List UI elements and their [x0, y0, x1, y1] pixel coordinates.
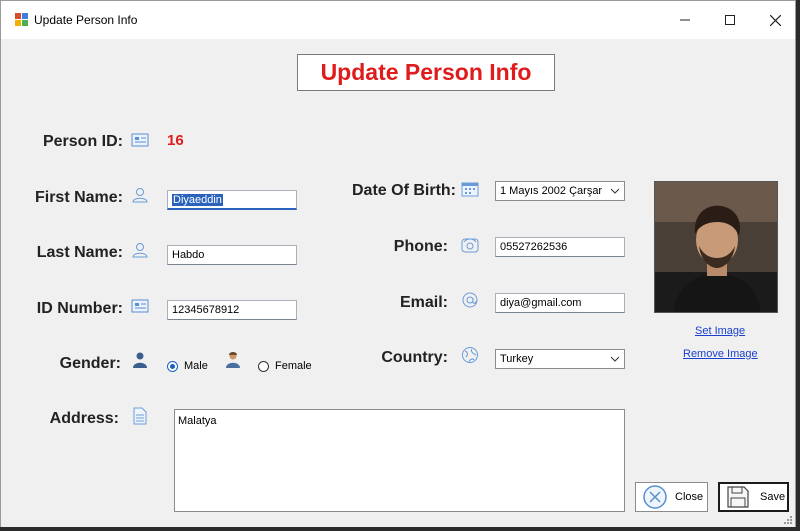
at-sign-icon [462, 292, 478, 308]
person-photo [654, 181, 778, 313]
id-card-icon [131, 133, 149, 147]
save-button[interactable]: Save [718, 482, 789, 512]
date-of-birth-label: Date Of Birth: [352, 182, 456, 199]
phone-icon [461, 238, 479, 253]
id-card-icon [131, 299, 149, 313]
first-name-input[interactable]: Diyaeddin [167, 190, 297, 210]
person-id-label: Person ID: [42, 133, 123, 150]
window-title: Update Person Info [34, 13, 138, 27]
address-label: Address: [49, 410, 119, 427]
resize-grip-icon[interactable] [784, 516, 792, 524]
maximize-button[interactable] [708, 5, 752, 35]
title-bar: Update Person Info [1, 1, 795, 39]
male-radio[interactable] [167, 361, 178, 372]
email-input[interactable]: diya@gmail.com [495, 293, 625, 313]
first-name-label: First Name: [34, 189, 123, 206]
minimize-button[interactable] [663, 5, 707, 35]
update-person-window: Update Person Info Update Person Info Pe… [0, 0, 796, 527]
person-icon [132, 243, 148, 258]
close-button-label: Close [675, 491, 704, 503]
remove-image-link[interactable]: Remove Image [683, 348, 758, 360]
maximize-icon [725, 15, 735, 25]
calendar-icon [461, 182, 479, 197]
address-textarea[interactable]: Malatya [174, 409, 625, 512]
document-icon [133, 407, 147, 425]
form-heading: Update Person Info [297, 54, 555, 91]
phone-label: Phone: [393, 238, 448, 255]
app-icon [15, 13, 28, 26]
id-number-label: ID Number: [36, 300, 123, 317]
female-radio-label[interactable]: Female [275, 360, 312, 372]
email-label: Email: [399, 294, 448, 311]
close-button[interactable]: Close [635, 482, 708, 512]
male-radio-label[interactable]: Male [184, 360, 208, 372]
person-id-value: 16 [167, 132, 184, 149]
phone-input[interactable]: 05527262536 [495, 237, 625, 257]
date-of-birth-value: 1 Mayıs 2002 Çarşar [500, 185, 603, 197]
save-icon [727, 486, 749, 508]
close-icon [769, 14, 781, 26]
save-button-label: Save [760, 491, 786, 503]
date-of-birth-picker[interactable]: 1 Mayıs 2002 Çarşar [495, 181, 625, 201]
first-name-value: Diyaeddin [172, 194, 223, 206]
country-select[interactable]: Turkey [495, 349, 625, 369]
person-photo-image [655, 182, 777, 312]
chevron-down-icon [610, 186, 620, 196]
country-label: Country: [381, 349, 448, 366]
chevron-down-icon [610, 356, 620, 362]
set-image-link[interactable]: Set Image [695, 325, 745, 337]
minimize-icon [680, 19, 690, 21]
person-form: Update Person Info Person ID: 16 First N… [1, 39, 795, 527]
close-circle-icon [643, 485, 667, 509]
globe-icon [462, 347, 478, 363]
close-window-button[interactable] [753, 5, 797, 35]
country-value: Turkey [500, 353, 534, 365]
female-icon [226, 352, 240, 368]
last-name-label: Last Name: [36, 244, 123, 261]
gender-label: Gender: [59, 355, 121, 372]
person-icon [132, 188, 148, 203]
id-number-input[interactable]: 12345678912 [167, 300, 297, 320]
female-radio[interactable] [258, 361, 269, 372]
male-icon [133, 352, 147, 368]
last-name-input[interactable]: Habdo [167, 245, 297, 265]
